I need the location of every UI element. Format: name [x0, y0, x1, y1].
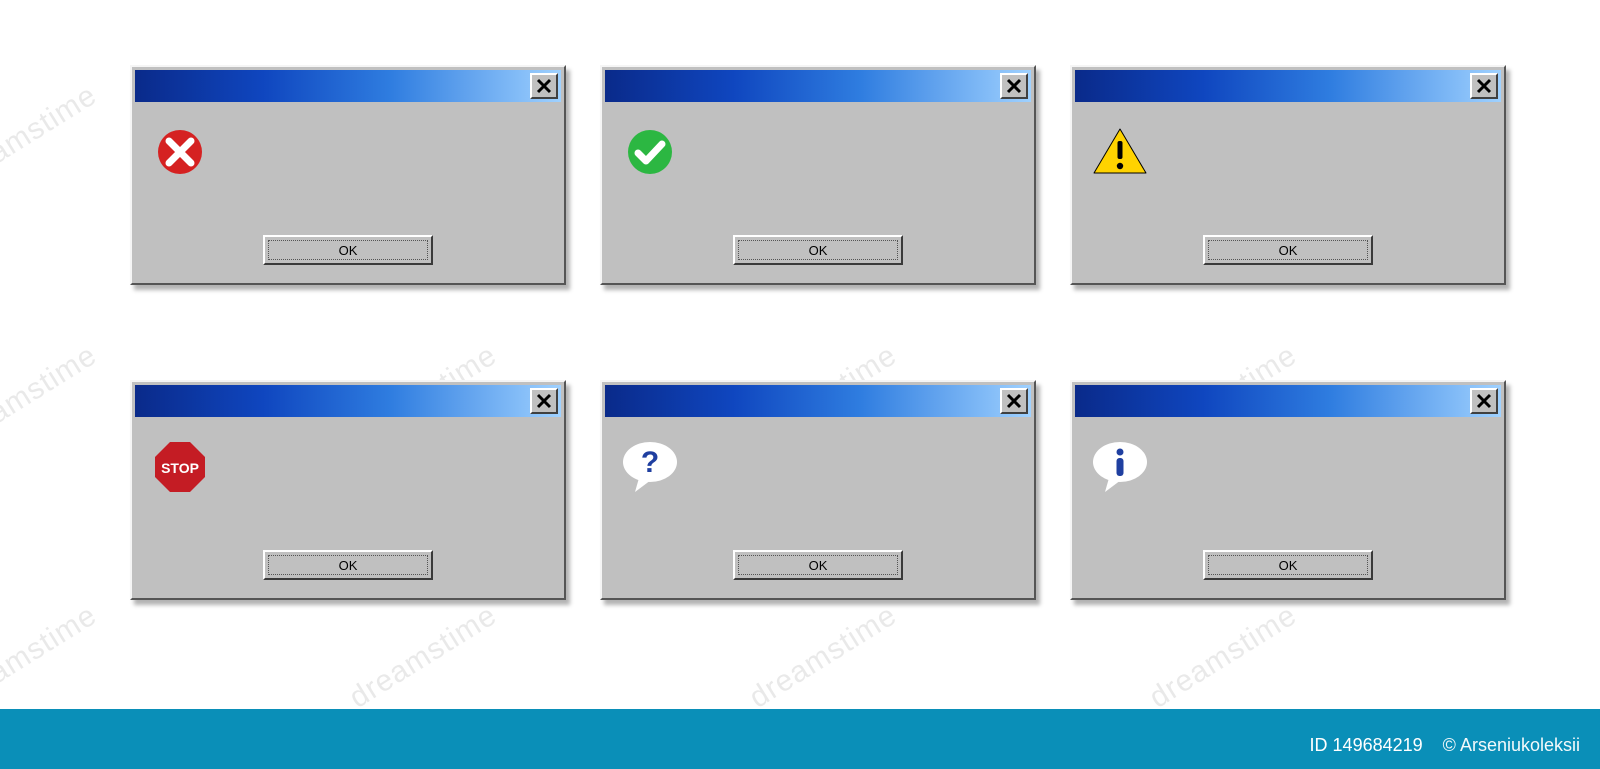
titlebar[interactable] [1075, 70, 1501, 102]
ok-label: OK [809, 558, 828, 573]
success-check-icon [620, 122, 680, 182]
watermark-text: dreamstime [0, 338, 103, 455]
svg-text:?: ? [641, 446, 659, 479]
ok-button[interactable]: OK [1203, 235, 1373, 265]
titlebar[interactable] [1075, 385, 1501, 417]
ok-button[interactable]: OK [263, 235, 433, 265]
ok-label: OK [339, 243, 358, 258]
close-button[interactable] [530, 73, 558, 99]
dialog-stop: STOP OK [130, 380, 566, 600]
close-button[interactable] [1000, 388, 1028, 414]
ok-button[interactable]: OK [1203, 550, 1373, 580]
close-button[interactable] [1470, 388, 1498, 414]
ok-label: OK [1279, 558, 1298, 573]
close-icon [1476, 78, 1492, 94]
titlebar[interactable] [135, 70, 561, 102]
copyright: © Arseniukoleksii [1443, 735, 1580, 755]
close-button[interactable] [530, 388, 558, 414]
dialog-grid: OK OK [130, 65, 1510, 610]
dialog-error: OK [130, 65, 566, 285]
dialog-question: ? OK [600, 380, 1036, 600]
close-icon [1006, 393, 1022, 409]
image-id: ID 149684219 [1310, 735, 1423, 755]
ok-button[interactable]: OK [733, 550, 903, 580]
close-icon [1476, 393, 1492, 409]
close-icon [536, 393, 552, 409]
dialog-info: OK [1070, 380, 1506, 600]
close-button[interactable] [1470, 73, 1498, 99]
ok-label: OK [1279, 243, 1298, 258]
stop-text: STOP [161, 460, 199, 476]
question-bubble-icon: ? [620, 437, 680, 497]
stage: dreamstime dreamstime dreamstime dreamst… [0, 0, 1600, 769]
error-cross-icon [150, 122, 210, 182]
warning-triangle-icon [1090, 122, 1150, 182]
titlebar[interactable] [135, 385, 561, 417]
watermark-text: dreamstime [744, 598, 903, 715]
watermark-text: dreamstime [344, 598, 503, 715]
ok-label: OK [809, 243, 828, 258]
dialog-success: OK [600, 65, 1036, 285]
credit-line: ID 149684219 © Arseniukoleksii [1310, 735, 1580, 756]
watermark-text: dreamstime [0, 598, 103, 715]
watermark-text: dreamstime [1144, 598, 1303, 715]
close-button[interactable] [1000, 73, 1028, 99]
watermark-text: dreamstime [0, 78, 103, 195]
ok-button[interactable]: OK [733, 235, 903, 265]
titlebar[interactable] [605, 70, 1031, 102]
close-icon [1006, 78, 1022, 94]
dialog-warning: OK [1070, 65, 1506, 285]
ok-label: OK [339, 558, 358, 573]
info-bubble-icon [1090, 437, 1150, 497]
stop-sign-icon: STOP [150, 437, 210, 497]
ok-button[interactable]: OK [263, 550, 433, 580]
titlebar[interactable] [605, 385, 1031, 417]
close-icon [536, 78, 552, 94]
